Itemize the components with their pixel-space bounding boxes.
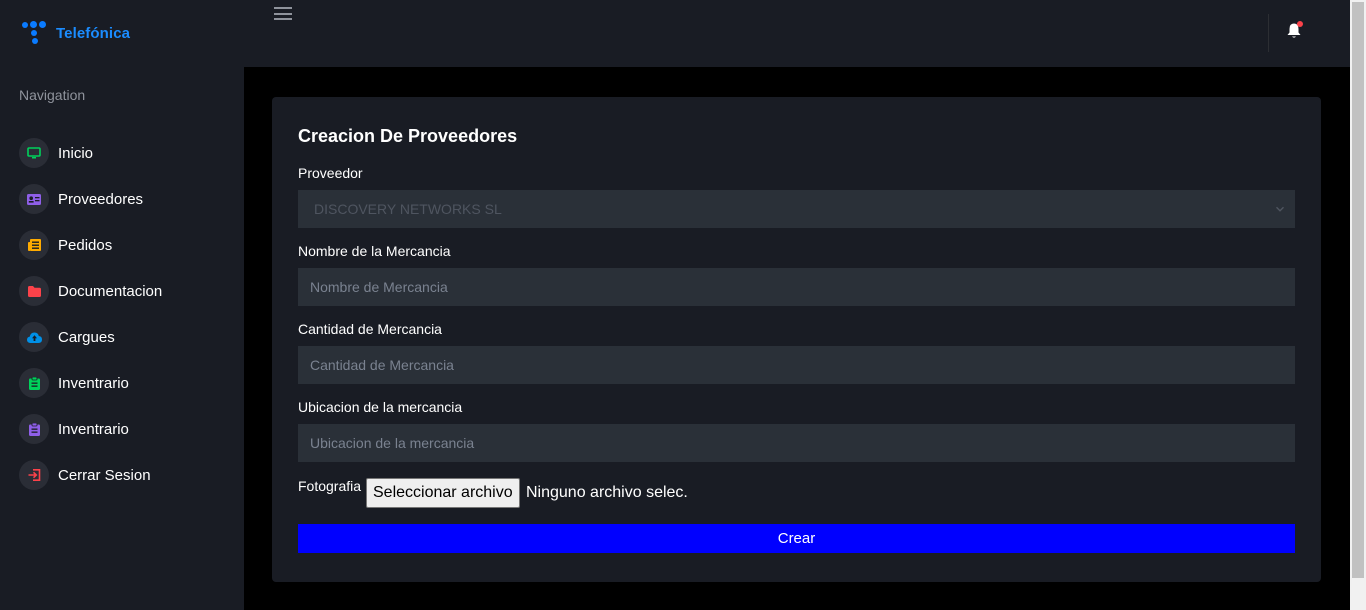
ubicacion-label: Ubicacion de la mercancia [298, 399, 463, 415]
menu-toggle-icon[interactable] [274, 7, 292, 20]
create-provider-card: Creacion De Proveedores Proveedor DISCOV… [272, 97, 1321, 582]
nombre-input[interactable] [298, 268, 1295, 306]
sidebar-item-inventrario-2[interactable]: Inventrario [19, 406, 162, 452]
sidebar-item-label: Documentacion [58, 282, 163, 300]
crear-button[interactable]: Crear [298, 524, 1295, 553]
cantidad-input[interactable] [298, 346, 1295, 384]
cloud-upload-icon [19, 322, 49, 352]
sidebar-item-inventrario[interactable]: Inventrario [19, 360, 162, 406]
sidebar-item-cargues[interactable]: Cargues [19, 314, 162, 360]
ubicacion-input[interactable] [298, 424, 1295, 462]
proveedor-label: Proveedor [298, 165, 363, 181]
topbar-divider [1268, 14, 1269, 52]
page-title: Creacion De Proveedores [298, 126, 518, 146]
chevron-down-icon [1276, 206, 1284, 212]
monitor-icon [19, 138, 49, 168]
nav-list: Inicio Proveedores Pedidos Documentacion… [19, 130, 162, 498]
nav-title: Navigation [19, 87, 86, 103]
select-file-button[interactable]: Seleccionar archivo [366, 478, 520, 508]
folder-icon [19, 276, 49, 306]
proveedor-selected-value: DISCOVERY NETWORKS SL [314, 201, 502, 217]
sidebar-item-inicio[interactable]: Inicio [19, 130, 162, 176]
newspaper-icon [19, 230, 49, 260]
file-status: Ninguno archivo selec. [526, 484, 688, 501]
sidebar-item-label: Inicio [58, 144, 94, 162]
sidebar-item-pedidos[interactable]: Pedidos [19, 222, 162, 268]
sidebar-item-label: Proveedores [58, 190, 144, 208]
id-card-icon [19, 184, 49, 214]
sidebar-item-proveedores[interactable]: Proveedores [19, 176, 162, 222]
sidebar-item-label: Cerrar Sesion [58, 466, 151, 484]
telefonica-logo-icon [22, 20, 52, 46]
sidebar-item-documentacion[interactable]: Documentacion [19, 268, 162, 314]
sidebar-item-label: Cargues [58, 328, 115, 346]
nombre-label: Nombre de la Mercancia [298, 243, 451, 259]
proveedor-select[interactable]: DISCOVERY NETWORKS SL [298, 190, 1295, 228]
cantidad-label: Cantidad de Mercancia [298, 321, 442, 337]
page-scrollbar[interactable] [1350, 0, 1366, 610]
notification-bell-icon[interactable] [1285, 21, 1303, 40]
sidebar-item-label: Inventrario [58, 374, 129, 392]
scrollbar-thumb[interactable] [1352, 2, 1364, 578]
sidebar-item-label: Pedidos [58, 236, 113, 254]
logout-icon [19, 460, 49, 490]
fotografia-label: Fotografia [298, 478, 362, 494]
sidebar: Telefónica Navigation Inicio Proveedores… [0, 0, 244, 610]
clipboard-icon [19, 414, 49, 444]
sidebar-item-cerrar-sesion[interactable]: Cerrar Sesion [19, 452, 162, 498]
sidebar-item-label: Inventrario [58, 420, 129, 438]
telefonica-logo[interactable]: Telefónica [22, 20, 130, 46]
clipboard-icon [19, 368, 49, 398]
topbar [244, 0, 1350, 67]
notification-dot [1297, 21, 1303, 27]
brand-name: Telefónica [56, 24, 131, 42]
